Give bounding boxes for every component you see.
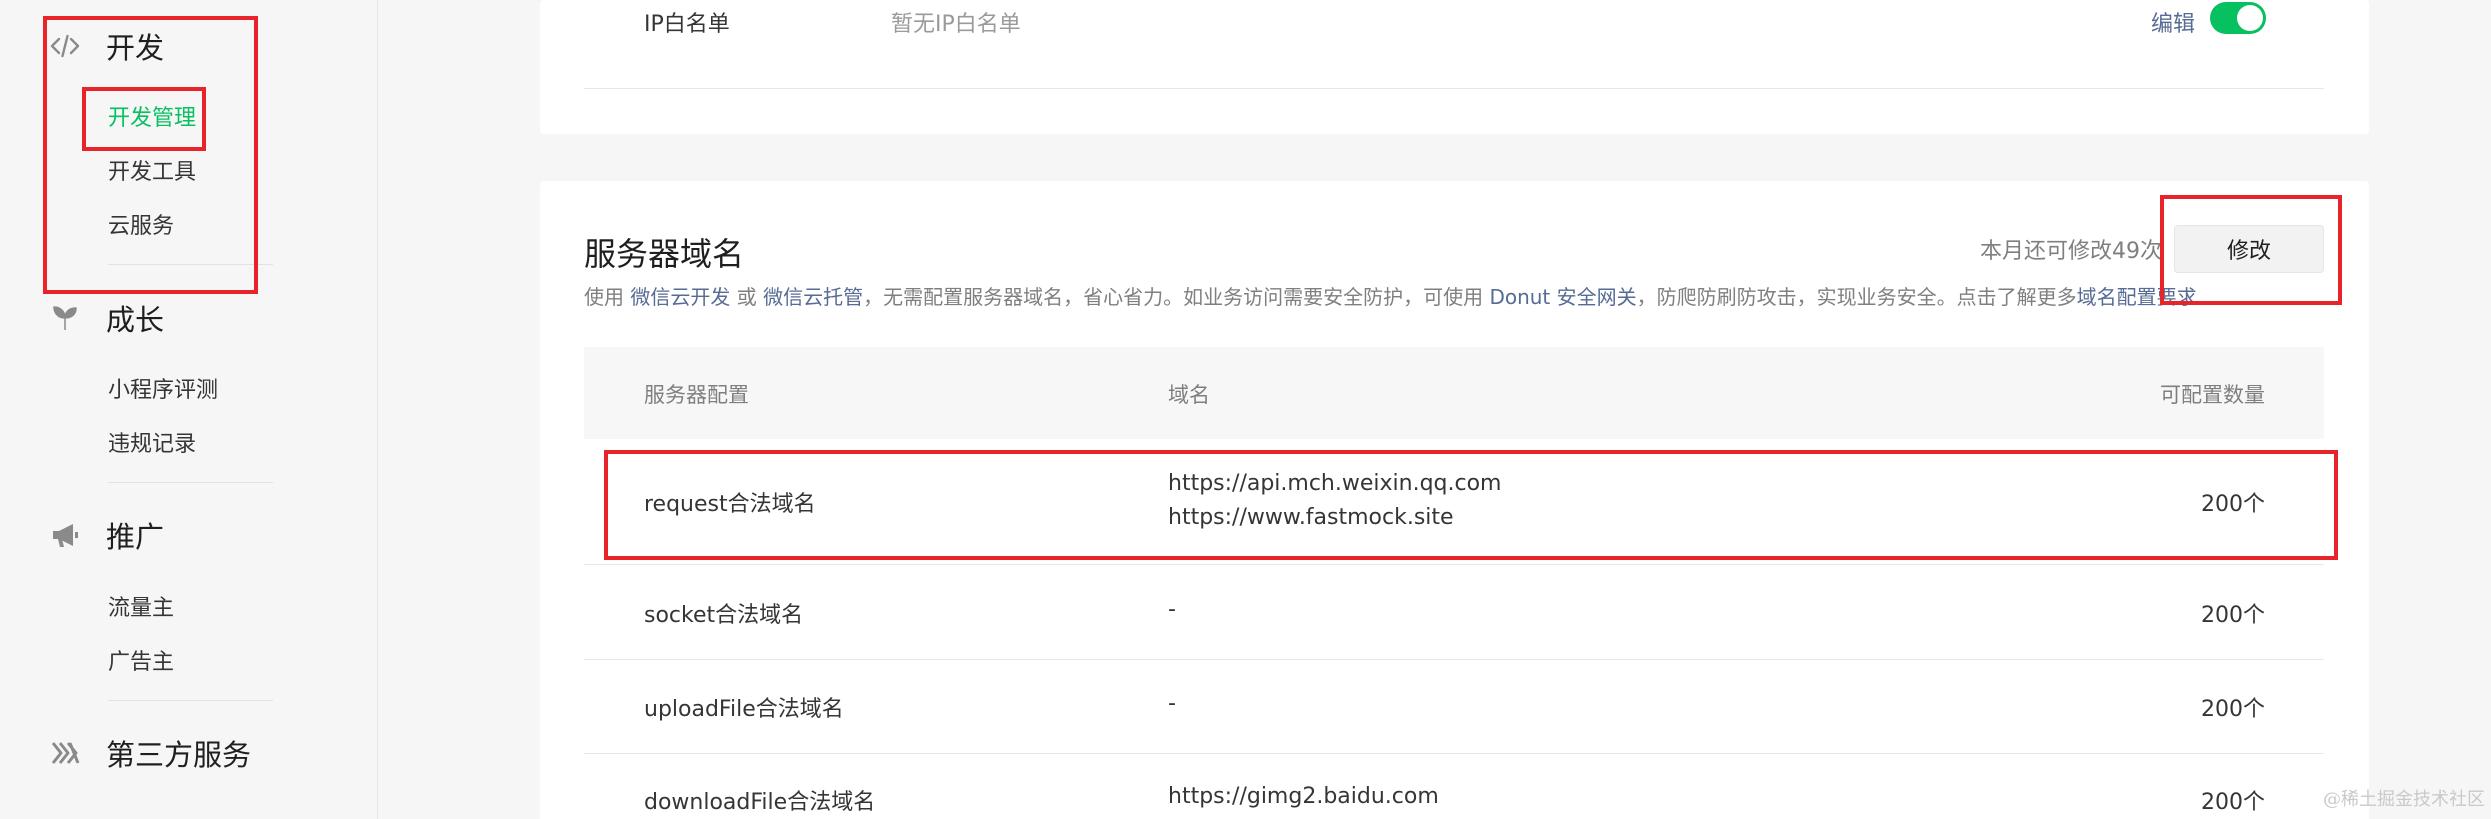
table-row: request合法域名 https://api.mch.weixin.qq.co… xyxy=(584,439,2324,565)
nav-section-develop[interactable]: 开发 xyxy=(48,26,164,66)
desc-text: 使用 xyxy=(584,285,631,309)
watermark: @稀土掘金技术社区 xyxy=(2323,789,2485,810)
divider xyxy=(108,264,273,265)
table-row: downloadFile合法域名 https://gimg2.baidu.com… xyxy=(584,754,2324,819)
nav-section-title: 第三方服务 xyxy=(106,738,252,772)
wechat-cloud-dev-link[interactable]: 微信云开发 xyxy=(630,285,730,309)
row-domain-list: https://api.mch.weixin.qq.com https://ww… xyxy=(1168,467,1502,535)
divider xyxy=(108,700,273,701)
nav-section-third-party[interactable]: 第三方服务 xyxy=(48,733,251,773)
section-title: 服务器域名 xyxy=(584,235,745,273)
table-row: uploadFile合法域名 - 200个 xyxy=(584,660,2324,754)
server-domain-description: 使用 微信云开发 或 微信云托管，无需配置服务器域名，省心省力。如业务访问需要安… xyxy=(584,281,2344,310)
desc-text: 或 xyxy=(730,285,764,309)
ip-whitelist-label: IP白名单 xyxy=(644,12,730,37)
sprout-icon xyxy=(48,301,82,335)
column-header-count: 可配置数量 xyxy=(2160,383,2265,407)
sidebar-item-advertiser[interactable]: 广告主 xyxy=(108,648,174,678)
row-count: 200个 xyxy=(2201,697,2265,722)
code-icon xyxy=(48,29,82,63)
sidebar: 开发 开发管理 开发工具 云服务 成长 小程序评测 违规记录 推广 流量主 广告… xyxy=(0,0,378,819)
domain-requirements-link[interactable]: 域名配置要求 xyxy=(2077,285,2197,309)
row-config-name: uploadFile合法域名 xyxy=(644,697,844,722)
domain-entry: https://www.fastmock.site xyxy=(1168,505,1454,530)
donut-gateway-link[interactable]: Donut 安全网关 xyxy=(1489,285,1636,309)
wechat-cloud-hosting-link[interactable]: 微信云托管 xyxy=(763,285,863,309)
table-row: socket合法域名 - 200个 xyxy=(584,565,2324,660)
nav-section-title: 推广 xyxy=(106,520,165,554)
ip-whitelist-value: 暂无IP白名单 xyxy=(891,12,1021,37)
sidebar-item-traffic-owner[interactable]: 流量主 xyxy=(108,594,174,624)
row-count: 200个 xyxy=(2201,603,2265,628)
sidebar-item-cloud-service[interactable]: 云服务 xyxy=(108,212,174,242)
desc-text: ，无需配置服务器域名，省心省力。如业务访问需要安全防护，可使用 xyxy=(863,285,1490,309)
sidebar-item-dev-tools[interactable]: 开发工具 xyxy=(108,158,196,188)
nav-section-title: 开发 xyxy=(106,31,165,65)
row-count: 200个 xyxy=(2201,492,2265,517)
row-config-name: socket合法域名 xyxy=(644,603,804,628)
divider xyxy=(584,88,2324,89)
nav-section-title: 成长 xyxy=(106,303,165,337)
third-party-icon xyxy=(48,736,82,770)
ip-whitelist-toggle[interactable] xyxy=(2210,2,2266,34)
table-header: 服务器配置 域名 可配置数量 xyxy=(584,347,2324,439)
row-domain-list: https://gimg2.baidu.com xyxy=(1168,784,1439,809)
desc-text: ，防爬防刷防攻击，实现业务安全。点击了解更多 xyxy=(1636,285,2077,309)
server-domain-card: 服务器域名 本月还可修改49次 修改 使用 微信云开发 或 微信云托管，无需配置… xyxy=(540,181,2369,819)
sidebar-item-evaluation[interactable]: 小程序评测 xyxy=(108,376,218,406)
row-domain-list: - xyxy=(1168,597,1176,622)
column-header-domain: 域名 xyxy=(1168,383,1210,407)
ip-whitelist-card: IP白名单 暂无IP白名单 编辑 xyxy=(540,0,2369,134)
divider xyxy=(108,482,273,483)
modify-quota-text: 本月还可修改49次 xyxy=(1980,239,2162,264)
modify-button[interactable]: 修改 xyxy=(2174,225,2324,273)
ip-whitelist-edit-link[interactable]: 编辑 xyxy=(2151,6,2195,38)
row-count: 200个 xyxy=(2201,790,2265,815)
row-config-name: request合法域名 xyxy=(644,492,816,517)
domain-entry: https://api.mch.weixin.qq.com xyxy=(1168,471,1502,496)
row-domain-list: - xyxy=(1168,691,1176,716)
sidebar-item-violations[interactable]: 违规记录 xyxy=(108,430,196,460)
nav-section-promotion[interactable]: 推广 xyxy=(48,515,164,555)
megaphone-icon xyxy=(48,518,82,552)
column-header-config: 服务器配置 xyxy=(644,383,749,407)
row-config-name: downloadFile合法域名 xyxy=(644,790,876,815)
nav-section-growth[interactable]: 成长 xyxy=(48,298,164,338)
sidebar-item-dev-management[interactable]: 开发管理 xyxy=(108,104,196,134)
